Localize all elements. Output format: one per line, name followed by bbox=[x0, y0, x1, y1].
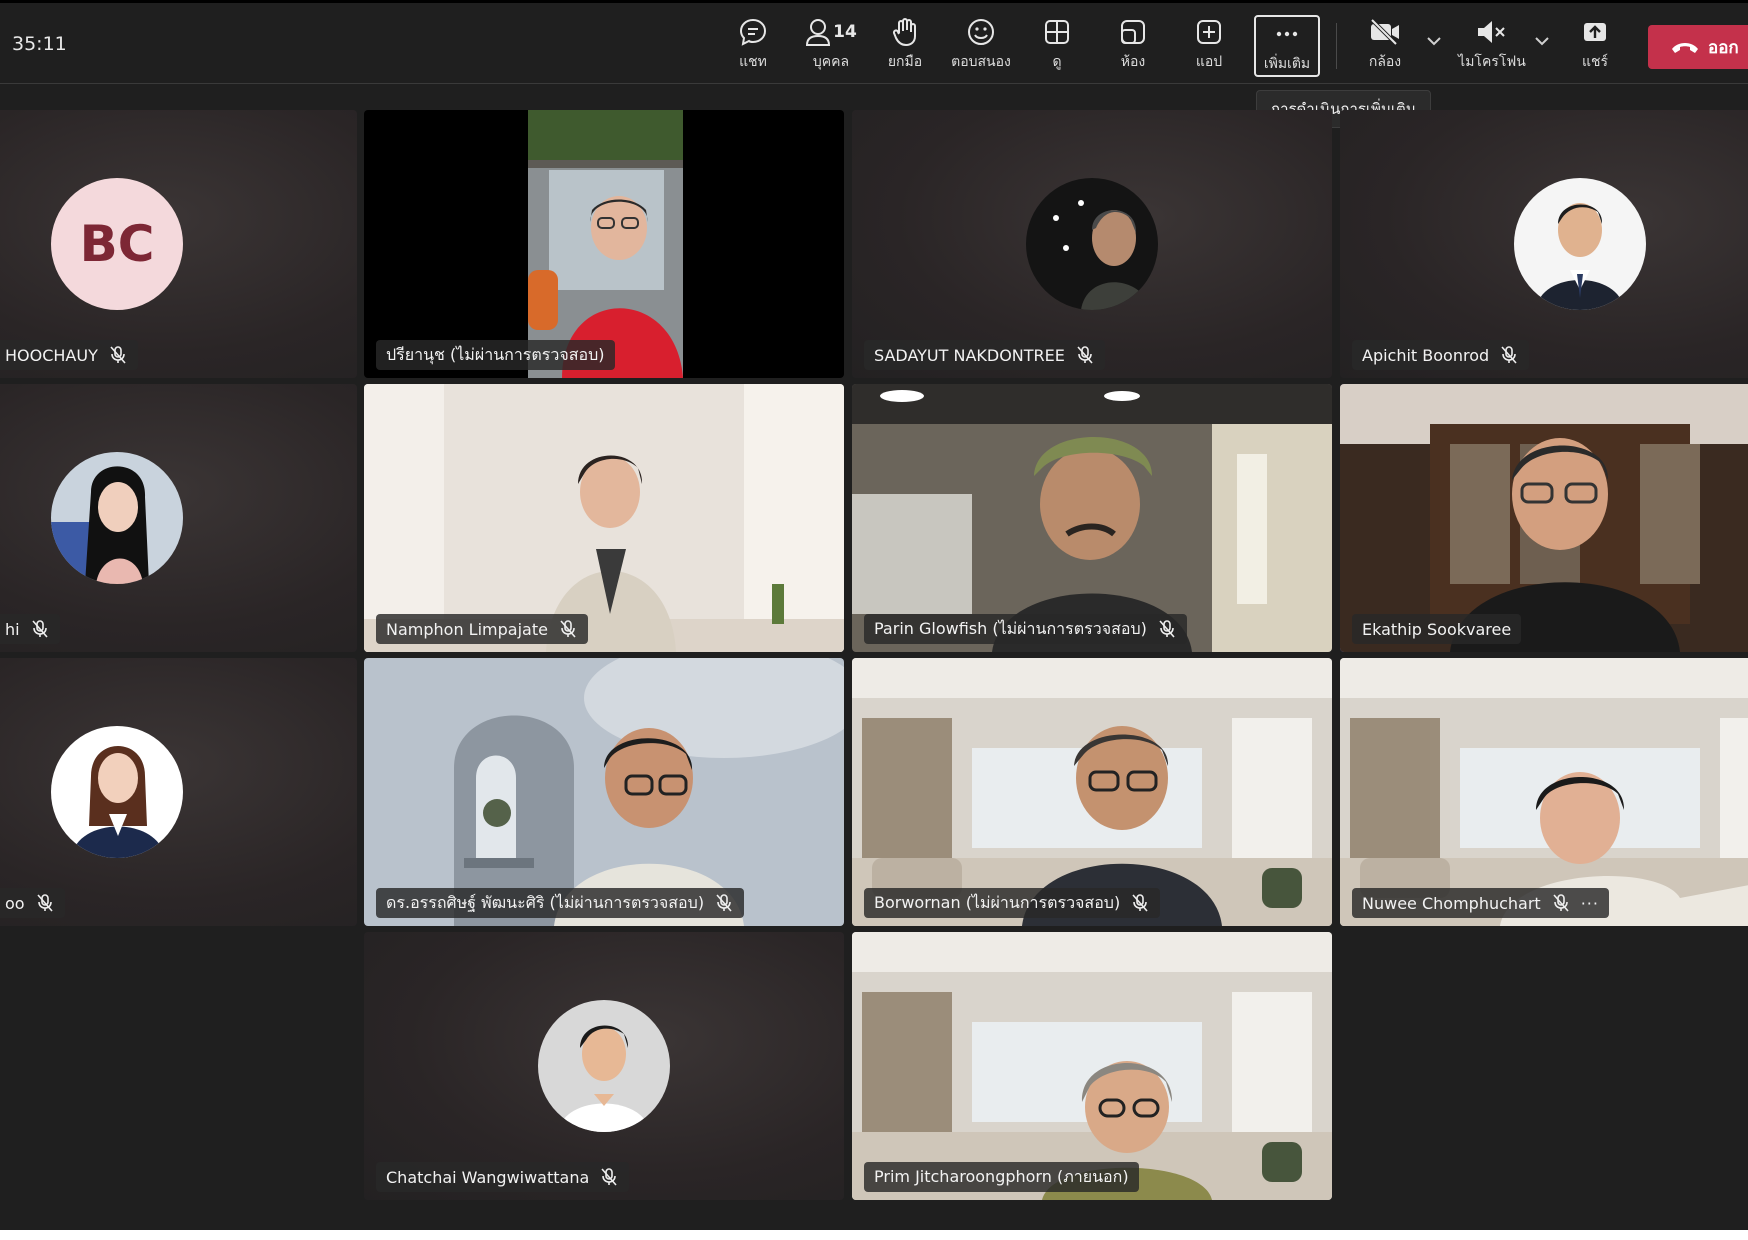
breakout-rooms-icon bbox=[1119, 15, 1147, 49]
mic-muted-icon bbox=[1130, 893, 1150, 913]
rooms-button[interactable]: ห้อง bbox=[1098, 15, 1168, 77]
camera-button[interactable]: กล้อง bbox=[1350, 15, 1420, 77]
people-icon bbox=[806, 19, 831, 46]
mic-muted-icon bbox=[1499, 345, 1519, 365]
participant-more-options-button[interactable]: ··· bbox=[1581, 894, 1599, 913]
avatar-initials: BC bbox=[51, 178, 183, 310]
raise-hand-button[interactable]: ยกมือ bbox=[870, 15, 940, 77]
meeting-toolbar: 35:11 แชท 14 บุคคล ยกมือ ตอบสนอง ดู ห้อง… bbox=[0, 0, 1748, 84]
participant-tile[interactable]: ปรียานุช (ไม่ผ่านการตรวจสอบ) bbox=[364, 110, 844, 378]
smiley-icon bbox=[966, 15, 996, 49]
meeting-timer: 35:11 bbox=[12, 33, 67, 55]
ellipsis-icon bbox=[1273, 17, 1301, 51]
mic-muted-icon bbox=[108, 345, 128, 365]
participant-name-tag: SADAYUT NAKDONTREE bbox=[864, 340, 1105, 370]
mic-muted-icon bbox=[1075, 345, 1095, 365]
avatar bbox=[1026, 178, 1158, 310]
participant-tile[interactable]: ดร.อรรถศิษฐ์ พัฒนะศิริ (ไม่ผ่านการตรวจสอ… bbox=[364, 658, 844, 926]
leave-button[interactable]: ออก bbox=[1648, 25, 1748, 69]
people-count: 14 bbox=[833, 22, 857, 42]
people-button[interactable]: 14 บุคคล bbox=[792, 15, 870, 77]
participant-tile-active-speaker[interactable]: Ekathip Sookvaree bbox=[1340, 384, 1748, 652]
share-screen-icon bbox=[1581, 15, 1609, 49]
hang-up-icon bbox=[1672, 43, 1698, 53]
participant-name-tag: hi bbox=[0, 614, 60, 644]
participant-tile[interactable]: Chatchai Wangwiwattana bbox=[364, 932, 844, 1200]
participant-tile[interactable]: oo bbox=[0, 658, 357, 926]
mic-muted-icon bbox=[35, 893, 55, 913]
share-button[interactable]: แชร์ bbox=[1562, 15, 1628, 77]
participant-tile[interactable]: hi bbox=[0, 384, 357, 652]
apps-button[interactable]: แอป bbox=[1174, 15, 1244, 77]
speaker-muted-icon bbox=[1475, 15, 1509, 49]
avatar bbox=[51, 726, 183, 858]
hand-icon bbox=[891, 15, 919, 49]
microphone-button[interactable]: ไมโครโฟน bbox=[1452, 15, 1532, 77]
grid-view-icon bbox=[1043, 15, 1071, 49]
participant-tile[interactable]: Borwornan (ไม่ผ่านการตรวจสอบ) bbox=[852, 658, 1332, 926]
participant-name-tag: HOOCHAUY bbox=[0, 340, 138, 370]
participant-name-tag: Ekathip Sookvaree bbox=[1352, 614, 1522, 644]
mic-muted-icon bbox=[714, 893, 734, 913]
participant-name-tag: Apichit Boonrod bbox=[1352, 340, 1530, 370]
chat-icon bbox=[738, 15, 768, 49]
participant-name-tag: ดร.อรรถศิษฐ์ พัฒนะศิริ (ไม่ผ่านการตรวจสอ… bbox=[376, 888, 745, 918]
participant-name-tag: Parin Glowfish (ไม่ผ่านการตรวจสอบ) bbox=[864, 614, 1187, 644]
participant-name-tag: ปรียานุช (ไม่ผ่านการตรวจสอบ) bbox=[376, 340, 615, 370]
participant-tile[interactable]: SADAYUT NAKDONTREE bbox=[852, 110, 1332, 378]
participant-name-tag: oo bbox=[0, 888, 65, 918]
participant-name-tag: Borwornan (ไม่ผ่านการตรวจสอบ) bbox=[864, 888, 1161, 918]
participant-name-tag: Chatchai Wangwiwattana bbox=[376, 1162, 630, 1192]
participant-name-tag: Namphon Limpajate bbox=[376, 614, 588, 644]
participant-name-tag: Prim Jitcharoongphorn (ภายนอก) bbox=[864, 1162, 1139, 1192]
teams-meeting-window: 35:11 แชท 14 บุคคล ยกมือ ตอบสนอง ดู ห้อง… bbox=[0, 0, 1748, 1230]
toolbar-divider bbox=[1336, 23, 1337, 69]
camera-options-chevron-icon[interactable] bbox=[1426, 35, 1442, 51]
mic-muted-icon bbox=[1157, 619, 1177, 639]
avatar bbox=[1514, 178, 1646, 310]
view-button[interactable]: ดู bbox=[1022, 15, 1092, 77]
participant-tile[interactable]: Namphon Limpajate bbox=[364, 384, 844, 652]
add-app-icon bbox=[1195, 15, 1223, 49]
mic-muted-icon bbox=[1551, 893, 1571, 913]
participant-tile[interactable]: Prim Jitcharoongphorn (ภายนอก) bbox=[852, 932, 1332, 1200]
participant-tile[interactable]: BC HOOCHAUY bbox=[0, 110, 357, 378]
mic-options-chevron-icon[interactable] bbox=[1534, 35, 1550, 51]
avatar bbox=[538, 1000, 670, 1132]
participant-tile[interactable]: Nuwee Chomphuchart ··· bbox=[1340, 658, 1748, 926]
participant-name-tag: Nuwee Chomphuchart ··· bbox=[1352, 888, 1609, 918]
more-actions-button[interactable]: เพิ่มเติม bbox=[1254, 15, 1320, 77]
mic-muted-icon bbox=[30, 619, 50, 639]
participant-tile[interactable]: Parin Glowfish (ไม่ผ่านการตรวจสอบ) bbox=[852, 384, 1332, 652]
participant-tile[interactable]: Apichit Boonrod bbox=[1340, 110, 1748, 378]
camera-off-icon bbox=[1368, 15, 1402, 49]
mic-muted-icon bbox=[599, 1167, 619, 1187]
chat-button[interactable]: แชท bbox=[718, 15, 788, 77]
mic-muted-icon bbox=[558, 619, 578, 639]
react-button[interactable]: ตอบสนอง bbox=[946, 15, 1016, 77]
avatar: BC bbox=[51, 178, 183, 310]
avatar bbox=[51, 452, 183, 584]
